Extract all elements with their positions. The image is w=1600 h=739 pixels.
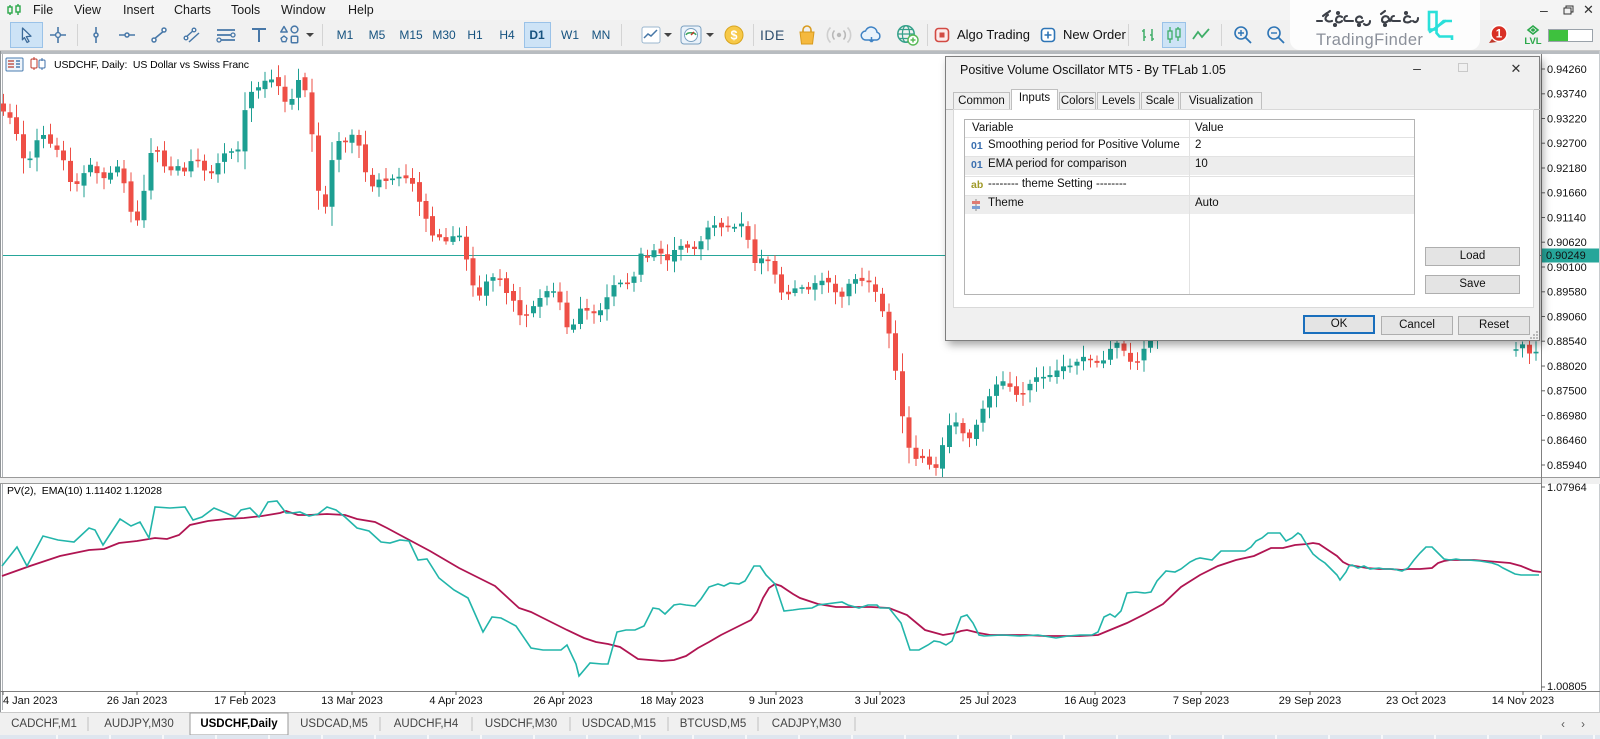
svg-text:9 Jun 2023: 9 Jun 2023: [749, 695, 803, 707]
svg-text:0.92180: 0.92180: [1547, 163, 1587, 175]
svg-text:14 Nov 2023: 14 Nov 2023: [1492, 695, 1554, 707]
svg-text:CADJPY,M30: CADJPY,M30: [772, 718, 841, 730]
svg-text:0.85940: 0.85940: [1547, 460, 1587, 472]
svg-text:$: $: [731, 29, 738, 43]
svg-text:0.91140: 0.91140: [1547, 212, 1586, 224]
svg-text:0.86980: 0.86980: [1547, 410, 1587, 422]
svg-text:7 Sep 2023: 7 Sep 2023: [1173, 695, 1229, 707]
svg-text:29 Sep 2023: 29 Sep 2023: [1279, 695, 1341, 707]
svg-text:BTCUSD,M5: BTCUSD,M5: [680, 718, 746, 730]
svg-text:0.88540: 0.88540: [1547, 336, 1587, 348]
svg-text:16 Aug 2023: 16 Aug 2023: [1064, 695, 1126, 707]
svg-text:USDCHF,Daily: USDCHF,Daily: [200, 718, 278, 730]
svg-text:0.92700: 0.92700: [1547, 138, 1587, 150]
svg-text:USDCHF,M30: USDCHF,M30: [485, 718, 557, 730]
svg-text:13 Mar 2023: 13 Mar 2023: [321, 695, 383, 707]
svg-text:›: ›: [1581, 719, 1585, 731]
svg-text:3 Jul 2023: 3 Jul 2023: [855, 695, 906, 707]
svg-text:23 Oct 2023: 23 Oct 2023: [1386, 695, 1446, 707]
svg-text:4 Jan 2023: 4 Jan 2023: [3, 695, 57, 707]
svg-text:25 Jul 2023: 25 Jul 2023: [960, 695, 1017, 707]
svg-text:USDCHF, Daily: US Dollar vs S: USDCHF, Daily: US Dollar vs Swiss Franc: [54, 59, 249, 71]
svg-text:26 Apr 2023: 26 Apr 2023: [533, 695, 592, 707]
svg-text:0.86460: 0.86460: [1547, 435, 1587, 447]
svg-text:0.89060: 0.89060: [1547, 311, 1587, 323]
svg-text:USDCAD,M15: USDCAD,M15: [582, 718, 656, 730]
svg-text:4 Apr 2023: 4 Apr 2023: [429, 695, 482, 707]
svg-text:LVL: LVL: [1524, 36, 1541, 46]
svg-text:0.94260: 0.94260: [1547, 64, 1587, 76]
svg-text:0.89580: 0.89580: [1547, 287, 1587, 299]
svg-text:0.90100: 0.90100: [1547, 262, 1587, 274]
svg-text:0.90249: 0.90249: [1546, 250, 1586, 262]
svg-text:USDCAD,M5: USDCAD,M5: [300, 718, 368, 730]
svg-text:AUDCHF,H4: AUDCHF,H4: [394, 718, 459, 730]
svg-text:0.91660: 0.91660: [1547, 188, 1587, 200]
svg-text:CADCHF,M1: CADCHF,M1: [11, 718, 77, 730]
svg-text:1.00805: 1.00805: [1547, 681, 1587, 693]
svg-text:0.87500: 0.87500: [1547, 386, 1587, 398]
svg-text:26 Jan 2023: 26 Jan 2023: [107, 695, 168, 707]
svg-text:0.88020: 0.88020: [1547, 361, 1587, 373]
svg-text:0.93740: 0.93740: [1547, 89, 1587, 101]
svg-text:0.93220: 0.93220: [1547, 113, 1587, 125]
svg-text:1: 1: [1496, 29, 1503, 41]
svg-text:1.07964: 1.07964: [1547, 482, 1587, 494]
svg-text:0.90620: 0.90620: [1547, 237, 1587, 249]
svg-text:PV(2), EMA(10) 1.11402 1.1202: PV(2), EMA(10) 1.11402 1.12028: [7, 485, 162, 497]
svg-text:AUDJPY,M30: AUDJPY,M30: [104, 718, 173, 730]
svg-text:18 May 2023: 18 May 2023: [640, 695, 704, 707]
svg-text:‹: ‹: [1561, 719, 1565, 731]
svg-text:17 Feb 2023: 17 Feb 2023: [214, 695, 276, 707]
